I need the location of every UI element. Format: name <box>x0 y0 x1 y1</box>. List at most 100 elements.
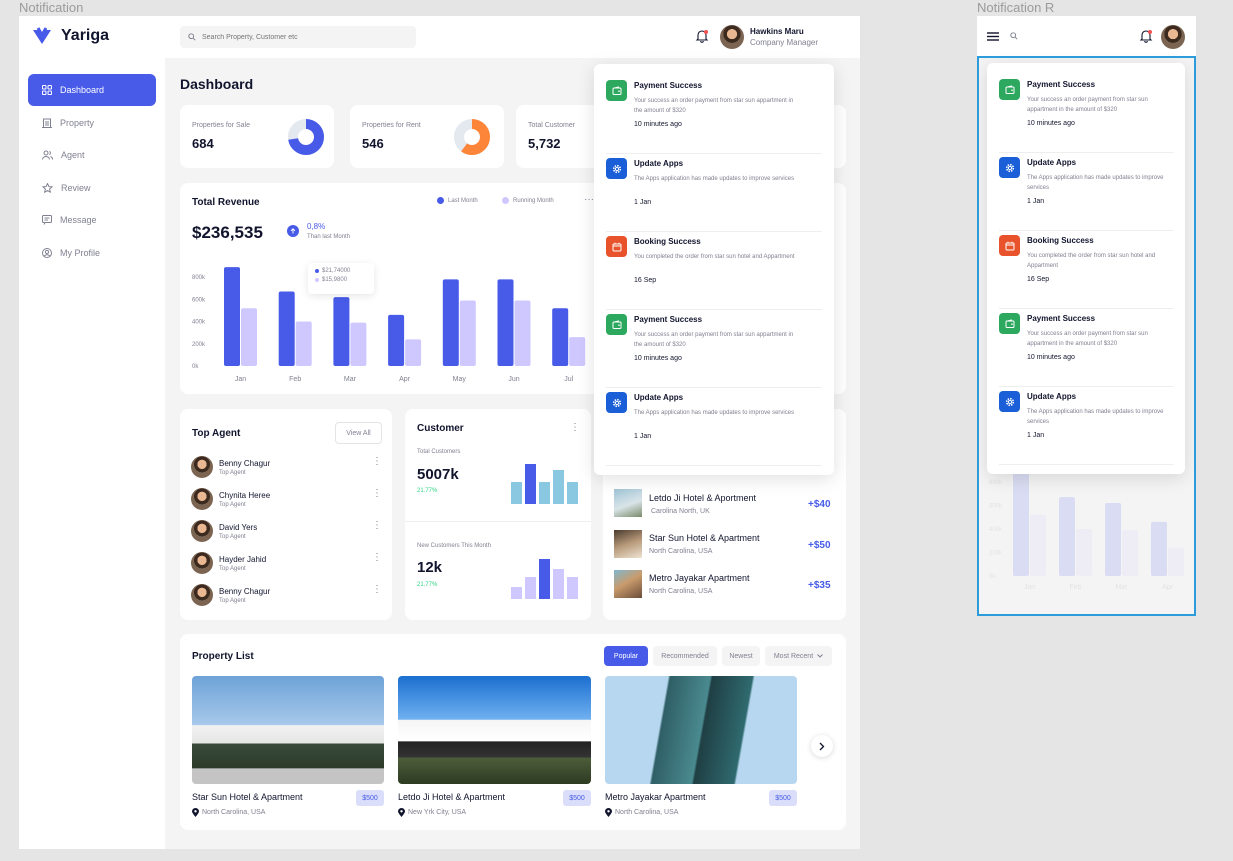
sale-name: Metro Jayakar Apartment <box>649 573 750 583</box>
sidebar-item-message[interactable]: Message <box>28 204 156 236</box>
bar-last-month[interactable] <box>333 297 350 366</box>
x-tick-label: Jul <box>564 376 573 383</box>
more-icon[interactable]: ⋮ <box>372 489 382 499</box>
sidebar-item-dashboard[interactable]: Dashboard <box>28 74 156 106</box>
responsive-revenue-chart: 800k 600k 400k 200k 0k Jan Feb Mar Apr <box>989 471 1184 591</box>
agent-row[interactable]: Chynita Heree Top Agent <box>191 488 270 510</box>
search-icon[interactable] <box>1010 32 1018 40</box>
property-image[interactable] <box>192 676 384 784</box>
sidebar-item-label: Message <box>60 215 97 225</box>
more-icon[interactable]: ⋮ <box>372 457 382 467</box>
legend-last-month: Last Month <box>437 197 478 204</box>
search-icon <box>188 33 196 41</box>
bar-last-month[interactable] <box>442 279 459 366</box>
sidebar: Dashboard Property Agent Review Message … <box>19 58 165 849</box>
bar-last-month[interactable] <box>224 267 240 366</box>
property-list-title: Property List <box>192 651 254 662</box>
bar-running-month[interactable] <box>350 322 367 366</box>
more-icon[interactable]: ⋮ <box>372 553 382 563</box>
bell-icon[interactable] <box>1139 29 1153 43</box>
sale-location: Carolina North, UK <box>651 508 710 515</box>
agent-row[interactable]: David Yers Top Agent <box>191 520 257 542</box>
revenue-chart: 800k 600k 400k 200k 0k Jan Feb Mar Apr May Jun Jul <box>192 267 586 383</box>
notification-title: Payment Success <box>1027 314 1096 323</box>
notification-item[interactable]: Payment Success Your success an order pay… <box>999 75 1173 153</box>
avatar <box>191 520 213 542</box>
chevron-right-icon <box>819 742 825 750</box>
more-icon[interactable]: ⋮ <box>570 423 580 433</box>
arrow-up-icon <box>287 225 299 237</box>
sidebar-item-review[interactable]: Review <box>28 172 156 204</box>
property-image[interactable] <box>605 676 797 784</box>
notification-item[interactable]: Payment Success Your success an order pay… <box>606 76 822 154</box>
notification-item[interactable]: Update Apps The Apps application has made… <box>999 387 1173 465</box>
search-bar[interactable] <box>180 26 416 48</box>
notification-title: Update Apps <box>634 393 684 402</box>
view-all-button[interactable]: View All <box>335 422 382 444</box>
notification-item[interactable]: Booking Success You completed the order f… <box>999 231 1173 309</box>
filter-newest[interactable]: Newest <box>722 646 760 666</box>
next-button[interactable] <box>811 735 833 757</box>
bar-running-month[interactable] <box>1168 547 1184 576</box>
bar-last-month[interactable] <box>388 314 405 366</box>
bell-icon[interactable] <box>695 29 709 43</box>
user-avatar[interactable] <box>1161 25 1185 49</box>
search-input[interactable] <box>202 33 402 41</box>
notification-item[interactable]: Payment Success Your success an order pay… <box>606 310 822 388</box>
filter-most-recent[interactable]: Most Recent <box>765 646 832 666</box>
stat-value: 5,732 <box>528 136 561 151</box>
page-title: Dashboard <box>180 76 254 92</box>
bar-last-month[interactable] <box>278 291 295 366</box>
notification-item[interactable]: Update Apps The Apps application has made… <box>606 388 822 466</box>
filter-popular[interactable]: Popular <box>604 646 648 666</box>
bar-running-month[interactable] <box>514 300 531 366</box>
notification-panel-responsive: Payment Success Your success an order pay… <box>987 63 1185 474</box>
more-icon[interactable]: ⋮ <box>372 521 382 531</box>
bar-running-month[interactable] <box>569 337 586 366</box>
sidebar-item-my-profile[interactable]: My Profile <box>28 237 156 269</box>
user-profile[interactable]: Hawkins Maru Company Manager <box>720 25 818 49</box>
bar-last-month[interactable] <box>1059 497 1075 576</box>
bar-running-month[interactable] <box>405 339 422 366</box>
agent-role: Top Agent <box>219 597 246 604</box>
stat-value: 546 <box>362 136 384 151</box>
bar-running-month[interactable] <box>1122 530 1138 576</box>
y-tick-label: 600k <box>192 297 206 303</box>
bar-running-month[interactable] <box>459 300 476 366</box>
more-icon[interactable]: ··· <box>584 195 594 205</box>
price-tag: $500 <box>769 790 797 806</box>
property-image[interactable] <box>398 676 591 784</box>
agent-row[interactable]: Benny Chagur Top Agent <box>191 456 270 478</box>
notification-message: The Apps application has made updates to… <box>1027 409 1164 425</box>
filter-recommended[interactable]: Recommended <box>653 646 717 666</box>
wallet-icon <box>999 79 1020 100</box>
customer-mini-chart <box>511 464 578 504</box>
notification-time: 10 minutes ago <box>1027 120 1075 127</box>
notification-title: Booking Success <box>1027 236 1094 245</box>
x-tick-label: Feb <box>289 376 301 383</box>
bar-running-month[interactable] <box>241 308 257 366</box>
agent-row[interactable]: Hayder Jahid Top Agent <box>191 552 266 574</box>
notification-item[interactable]: Update Apps The Apps application has made… <box>606 154 822 232</box>
bar-last-month[interactable] <box>497 279 514 366</box>
notification-item[interactable]: Payment Success Your success an order pay… <box>999 309 1173 387</box>
sidebar-item-agent[interactable]: Agent <box>28 139 156 171</box>
gear-icon <box>999 391 1020 412</box>
x-tick-label: Apr <box>399 376 411 383</box>
bar-running-month[interactable] <box>295 321 312 366</box>
more-icon[interactable]: ⋮ <box>372 585 382 595</box>
notification-item[interactable]: Update Apps The Apps application has made… <box>999 153 1173 231</box>
bar-last-month[interactable] <box>1105 502 1121 576</box>
x-tick-label: Apr <box>1162 584 1174 591</box>
bar-last-month[interactable] <box>1151 521 1167 576</box>
agent-row[interactable]: Benny Chagur Top Agent <box>191 584 270 606</box>
bar-last-month[interactable] <box>1013 471 1029 576</box>
bar-last-month[interactable] <box>552 308 569 366</box>
menu-icon[interactable] <box>987 32 999 41</box>
notification-item[interactable]: Booking Success You completed the order f… <box>606 232 822 310</box>
bar-running-month[interactable] <box>1076 528 1092 576</box>
location-pin-icon <box>192 808 199 817</box>
sidebar-item-property[interactable]: Property <box>28 107 156 139</box>
bar-running-month[interactable] <box>1030 514 1046 576</box>
logo[interactable]: Yariga <box>31 26 109 46</box>
